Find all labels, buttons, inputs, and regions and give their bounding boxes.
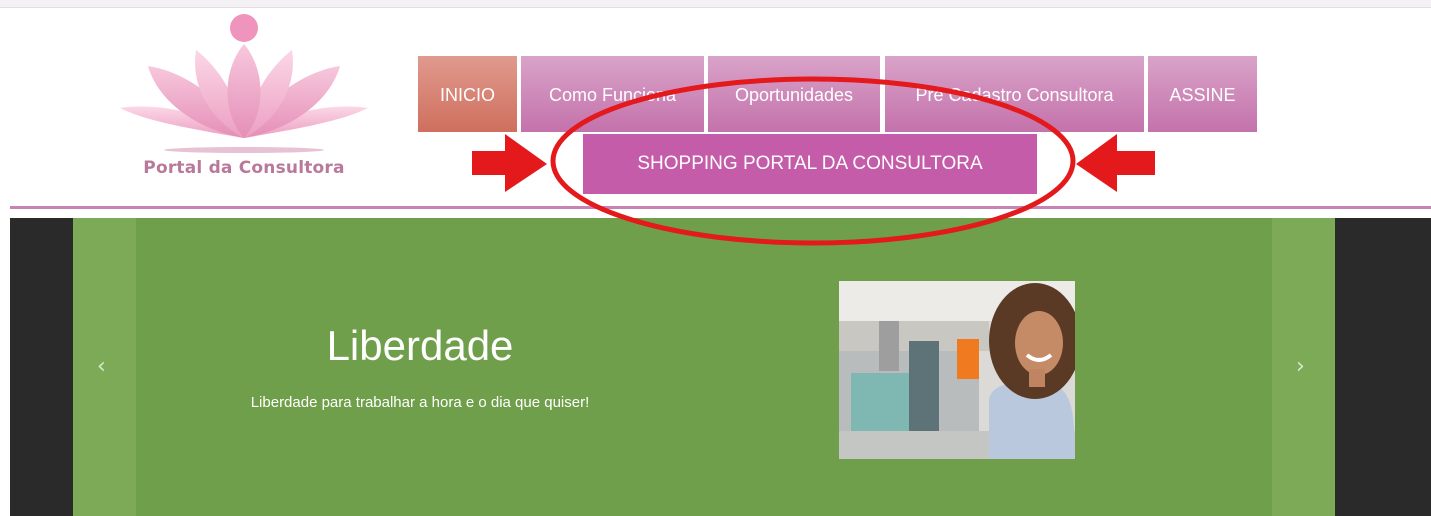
nav-pre-cadastro[interactable]: Pré Cadastro Consultora [885,56,1144,132]
nav-inicio[interactable]: INICIO [418,56,517,132]
slide-title: Liberdade [326,322,514,369]
site-header: Portal da Consultora INICIO Como Funcion… [0,8,1431,208]
slider-prev-band[interactable]: ‹ [73,218,136,516]
nav-como-funciona[interactable]: Como Funciona [521,56,704,132]
slide-photo [839,281,1075,459]
top-strip [0,0,1431,8]
slider-next-band[interactable]: › [1272,218,1335,516]
slide-subtitle: Liberdade para trabalhar a hora e o dia … [250,394,590,411]
header-divider [10,206,1431,209]
logo-text: Portal da Consultora [143,158,345,178]
site-logo[interactable]: Portal da Consultora [118,10,370,200]
slide: ‹ › Liberdade Liberdade para trabalhar a… [73,218,1335,516]
chevron-left-icon[interactable]: ‹ [97,354,106,379]
hero-slider: ‹ › Liberdade Liberdade para trabalhar a… [10,218,1431,516]
chevron-right-icon[interactable]: › [1296,354,1305,379]
nav-assine[interactable]: ASSINE [1148,56,1257,132]
lotus-icon [120,14,368,153]
shopping-portal-button[interactable]: SHOPPING PORTAL DA CONSULTORA [583,134,1037,194]
nav-oportunidades[interactable]: Oportunidades [708,56,880,132]
